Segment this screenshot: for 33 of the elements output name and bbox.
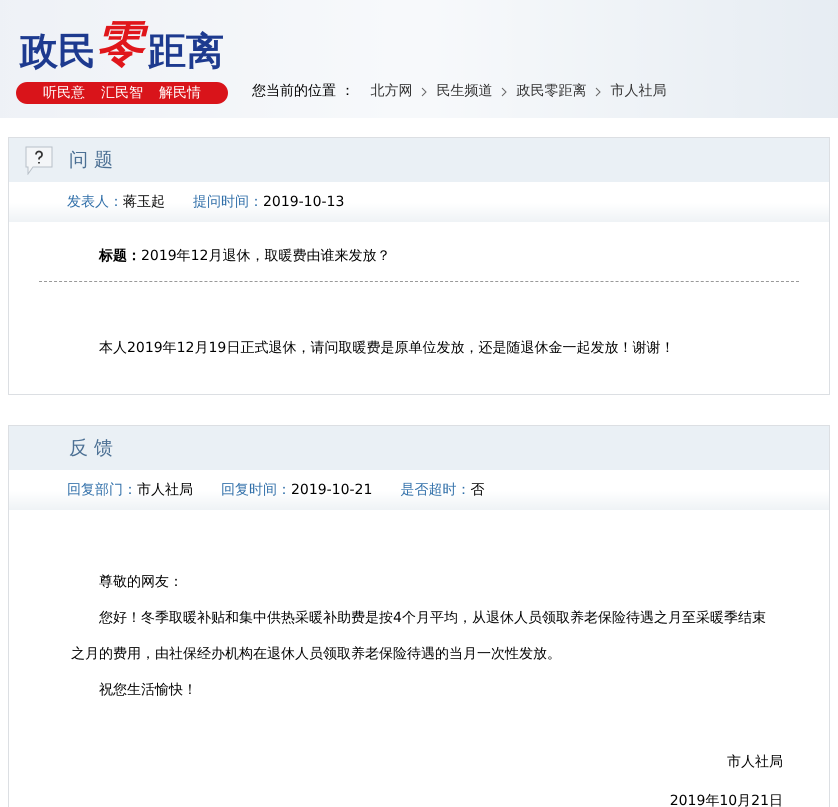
- breadcrumb-link[interactable]: 民生频道: [436, 81, 492, 102]
- slogan: 听民意: [43, 84, 85, 102]
- slogan: 解民情: [159, 84, 201, 102]
- signature-line: 市人社局: [727, 753, 783, 772]
- meta-label: 发表人：: [67, 192, 123, 212]
- meta-label: 回复部门：: [67, 480, 137, 500]
- question-bubble-icon: [25, 145, 53, 175]
- subject-label: 标题：: [99, 247, 141, 266]
- chevron-icon: [500, 86, 508, 96]
- slogan: 汇民智: [101, 84, 143, 102]
- paragraph: 尊敬的网友：: [98, 573, 184, 592]
- paragraph: 祝您生活愉快！: [98, 681, 198, 700]
- meta-value: 否: [470, 480, 484, 500]
- breadcrumb-link[interactable]: 政民零距离: [516, 81, 586, 102]
- logo: 政民零距离: [18, 15, 224, 74]
- meta-value: 市人社局: [137, 480, 193, 500]
- breadcrumb-link[interactable]: 北方网: [370, 81, 412, 102]
- subject-text: 2019年12月退休，取暖费由谁来发放？: [141, 247, 390, 266]
- meta-label: 回复时间：: [221, 480, 291, 500]
- meta-label: 是否超时：: [400, 480, 470, 500]
- breadcrumb-label: 您当前的位置 ：: [252, 82, 354, 101]
- meta-value: 2019-10-21: [291, 480, 372, 500]
- signature-line: 2019年10月21日: [670, 792, 783, 807]
- chevron-icon: [594, 86, 602, 96]
- paragraph: 您好！冬季取暖补贴和集中供热采暖补助费是按4个月平均，从退休人员领取养老保险待遇之月至采暖季结束之月的费用，由社保经办机构在退休人员领取养老保险待遇的当月一次性发放。: [70, 609, 767, 664]
- panel-title: 反 馈: [69, 436, 114, 461]
- meta-value: 蒋玉起: [123, 192, 165, 212]
- meta-value: 2019-10-13: [263, 192, 344, 212]
- panel-title: 问 题: [69, 148, 114, 173]
- meta-label: 提问时间：: [193, 192, 263, 212]
- breadcrumb-link[interactable]: 市人社局: [610, 81, 666, 102]
- chevron-icon: [420, 86, 428, 96]
- paragraph: 本人2019年12月19日正式退休，请问取暖费是原单位发放，还是随退休金一起发放！谢谢！: [98, 339, 676, 358]
